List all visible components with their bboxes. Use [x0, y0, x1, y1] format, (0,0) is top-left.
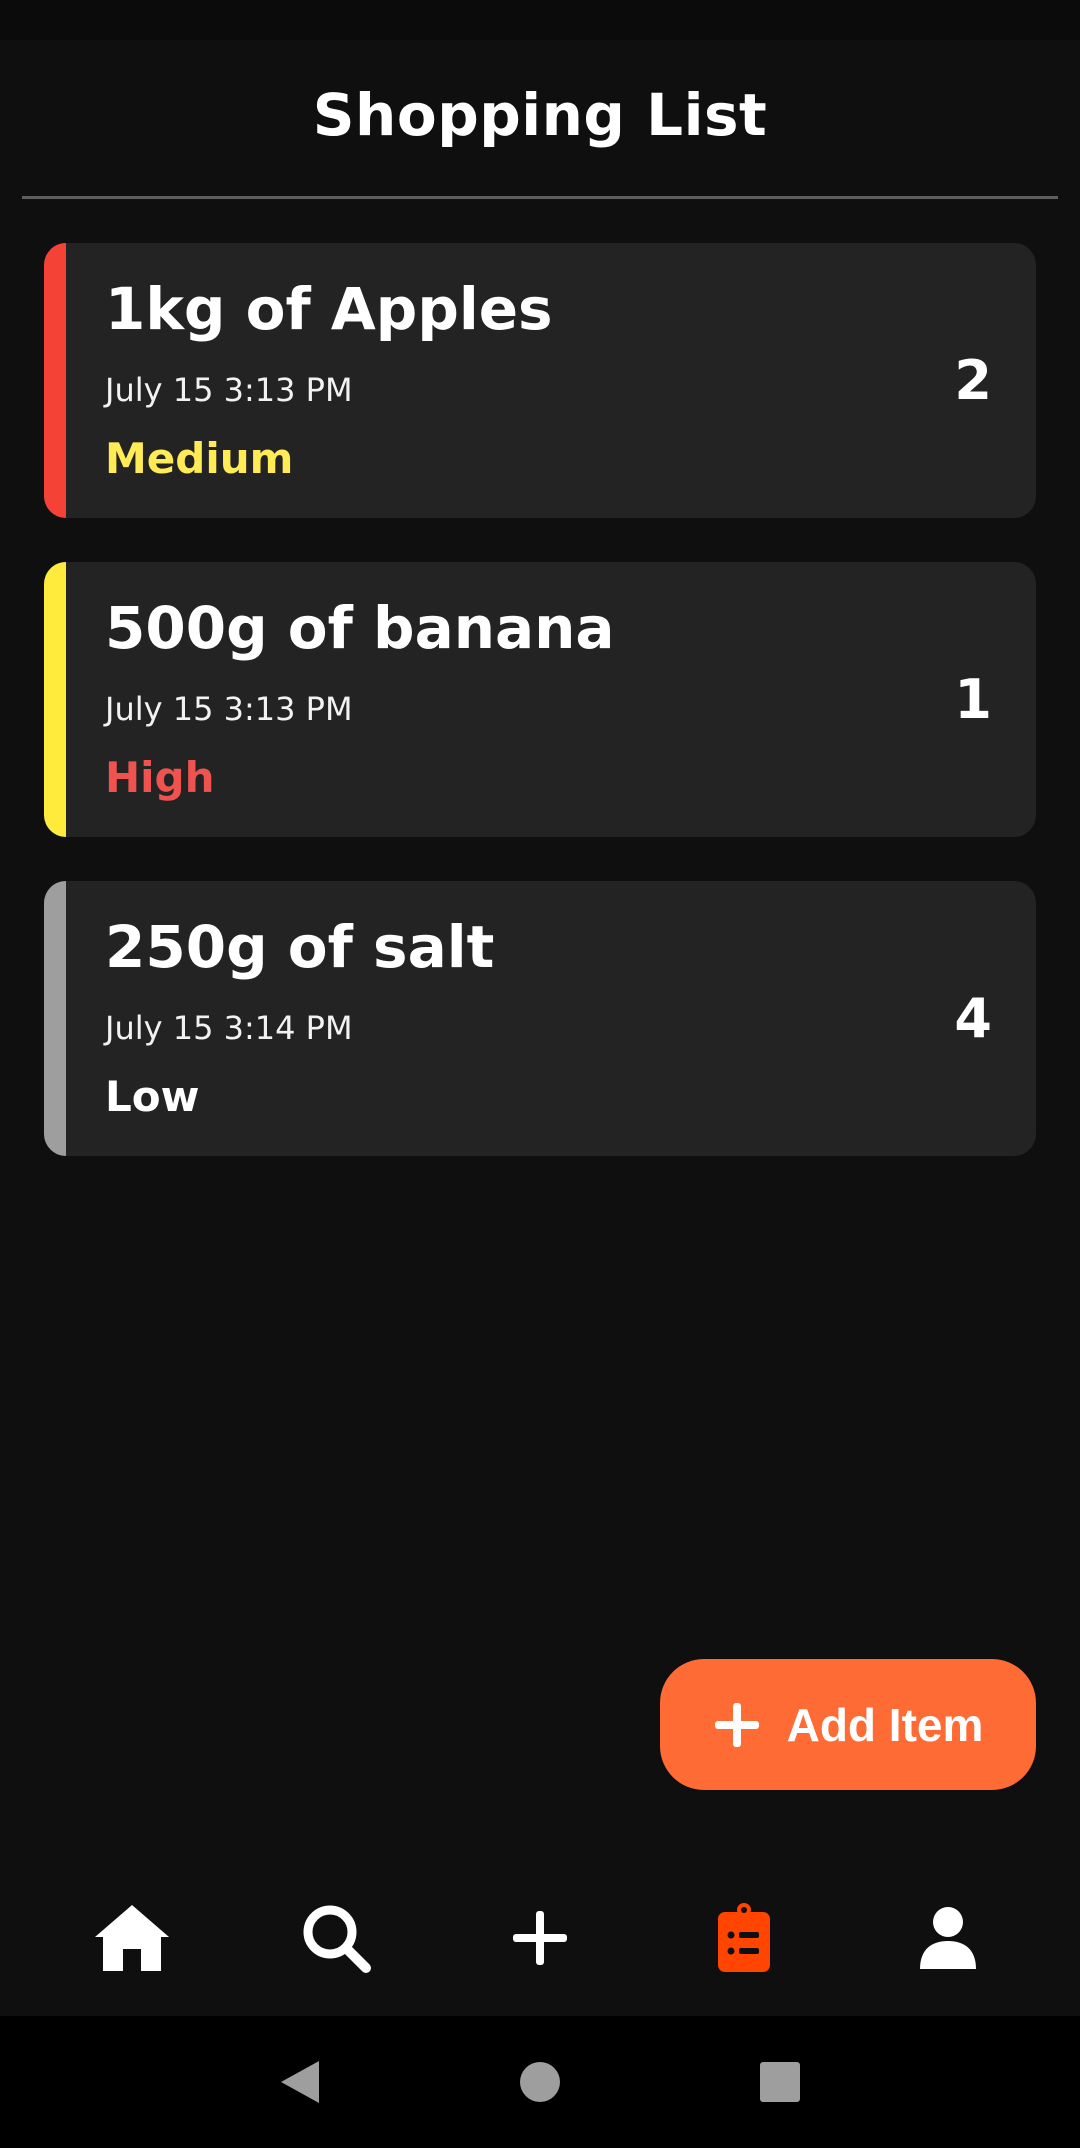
priority-stripe	[44, 243, 66, 518]
home-icon	[95, 1905, 169, 1971]
back-icon	[281, 2061, 319, 2103]
plus-icon	[513, 1911, 567, 1965]
system-back-button[interactable]	[270, 2052, 330, 2112]
nav-search[interactable]	[281, 1883, 391, 1993]
list-item[interactable]: 500g of banana July 15 3:13 PM High 1	[44, 562, 1036, 837]
priority-stripe	[44, 881, 66, 1156]
home-circle-icon	[520, 2062, 560, 2102]
nav-add[interactable]	[485, 1883, 595, 1993]
recents-icon	[760, 2062, 800, 2102]
page-title: Shopping List	[312, 81, 768, 149]
item-quantity: 1	[954, 668, 992, 731]
item-priority: Medium	[105, 434, 294, 483]
item-priority: Low	[105, 1072, 200, 1121]
list-item[interactable]: 250g of salt July 15 3:14 PM Low 4	[44, 881, 1036, 1156]
bottom-navigation	[0, 1860, 1080, 2016]
plus-icon	[714, 1702, 759, 1747]
item-priority: High	[105, 753, 215, 802]
item-name: 1kg of Apples	[105, 275, 553, 343]
nav-shopping-list[interactable]	[689, 1883, 799, 1993]
nav-profile[interactable]	[893, 1883, 1003, 1993]
user-icon	[920, 1907, 976, 1969]
add-item-label: Add Item	[786, 1698, 984, 1751]
header-divider	[22, 196, 1058, 199]
clipboard-list-icon	[718, 1903, 770, 1972]
system-navigation-bar	[0, 2016, 1080, 2148]
item-timestamp: July 15 3:13 PM	[105, 690, 353, 728]
item-timestamp: July 15 3:14 PM	[105, 1009, 353, 1047]
item-name: 500g of banana	[105, 594, 615, 662]
item-timestamp: July 15 3:13 PM	[105, 371, 353, 409]
item-name: 250g of salt	[105, 913, 495, 981]
system-recents-button[interactable]	[750, 2052, 810, 2112]
status-bar	[0, 0, 1080, 40]
system-home-button[interactable]	[510, 2052, 570, 2112]
priority-stripe	[44, 562, 66, 837]
item-quantity: 2	[954, 349, 992, 412]
nav-home[interactable]	[77, 1883, 187, 1993]
search-icon	[303, 1905, 371, 1973]
list-item[interactable]: 1kg of Apples July 15 3:13 PM Medium 2	[44, 243, 1036, 518]
app-header: Shopping List	[0, 60, 1080, 170]
shopping-list: 1kg of Apples July 15 3:13 PM Medium 2 5…	[44, 243, 1036, 1200]
add-item-button[interactable]: Add Item	[660, 1659, 1036, 1790]
item-quantity: 4	[954, 987, 992, 1050]
